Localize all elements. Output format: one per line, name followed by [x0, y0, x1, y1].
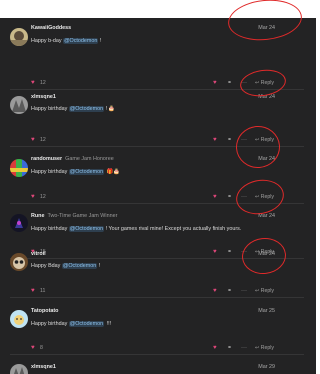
link-icon[interactable]: ⚭: [227, 79, 232, 87]
like-heart-icon[interactable]: ♥: [213, 79, 217, 87]
post-username[interactable]: Tatopotato: [31, 308, 58, 314]
post-text: Happy b-day: [31, 38, 64, 44]
like-heart-icon[interactable]: ♥: [213, 287, 217, 295]
avatar[interactable]: [10, 159, 28, 177]
mention-link[interactable]: @Octodemon: [63, 38, 99, 44]
avatar[interactable]: [10, 28, 28, 46]
more-icon[interactable]: ···: [241, 79, 247, 87]
post-username[interactable]: randomuser Game Jam Honoree: [31, 156, 114, 162]
post-date[interactable]: Mar 24: [258, 251, 275, 257]
more-icon[interactable]: ···: [241, 344, 247, 352]
link-icon[interactable]: ⚭: [227, 193, 232, 201]
post-username[interactable]: Rune Two-Time Game Jam Winner: [31, 213, 117, 219]
link-icon[interactable]: ⚭: [227, 136, 232, 144]
post-text: Happy birthday: [31, 106, 69, 112]
post-date[interactable]: Mar 24: [258, 94, 275, 100]
post-date[interactable]: Mar 25: [258, 308, 275, 314]
divider: [10, 297, 304, 298]
more-icon[interactable]: ···: [241, 287, 247, 295]
gift-cake-emoji: 🎁🎂: [106, 169, 121, 175]
like-count[interactable]: 12: [40, 136, 46, 144]
post-text: Happy birthday: [31, 321, 69, 327]
post-username[interactable]: xlmsqne1: [31, 364, 56, 370]
divider: [10, 89, 304, 90]
reply-button[interactable]: ↩ Reply: [255, 193, 274, 201]
post-date[interactable]: Mar 24: [258, 25, 275, 31]
divider: [10, 258, 304, 259]
avatar[interactable]: [10, 310, 28, 328]
post-actions: ♥ 12 ♥ ⚭ ··· ↩ Reply: [0, 136, 316, 144]
link-icon[interactable]: ⚭: [227, 248, 232, 256]
like-count[interactable]: 11: [40, 287, 45, 295]
more-icon[interactable]: ···: [241, 136, 247, 144]
post-username[interactable]: KawaiiGoddess: [31, 25, 71, 31]
avatar[interactable]: [10, 96, 28, 114]
post-username[interactable]: vitroil: [31, 251, 46, 257]
post-text-after: [104, 321, 106, 327]
post-text-after: [104, 169, 106, 175]
like-count[interactable]: 12: [40, 193, 46, 201]
like-count[interactable]: 12: [40, 79, 46, 87]
post-text: Happy birthday: [31, 169, 69, 175]
heart-icon: ♥: [31, 344, 35, 351]
post-text: Happy birthday: [31, 226, 69, 232]
heart-icon: ♥: [31, 79, 35, 86]
post-body: Happy Bday @Octodemon !: [31, 263, 100, 269]
post-date[interactable]: Mar 24: [258, 156, 275, 162]
post-body: Happy birthday @Octodemon 🎁🎂: [31, 169, 120, 175]
mention-link[interactable]: @Octodemon: [68, 169, 105, 175]
post-date[interactable]: Mar 29: [258, 364, 275, 370]
mention-link[interactable]: @Octodemon: [68, 321, 105, 327]
like-heart-icon[interactable]: ♥: [213, 193, 217, 201]
avatar[interactable]: [10, 364, 28, 374]
post-actions: ♥ 11 ♥ ⚭ ··· ↩ Reply: [0, 287, 316, 295]
avatar[interactable]: [10, 253, 28, 271]
post-body: Happy birthday @Octodemon !🎂: [31, 106, 115, 112]
heart-icon: ♥: [31, 193, 35, 200]
post-date[interactable]: Mar 24: [258, 213, 275, 219]
post-actions: ♥ 8 ♥ ⚭ ··· ↩ Reply: [0, 344, 316, 352]
reply-button[interactable]: ↩ Reply: [255, 344, 274, 352]
more-icon[interactable]: ···: [241, 193, 247, 201]
like-heart-icon[interactable]: ♥: [213, 344, 217, 352]
post-text-after: !: [104, 106, 108, 112]
post-actions: ♥ 12 ♥ ⚭ ··· ↩ Reply: [0, 193, 316, 201]
user-title: Two-Time Game Jam Winner: [47, 213, 118, 219]
more-icon[interactable]: ···: [241, 248, 247, 256]
post-text-after: !: [98, 38, 102, 44]
mention-link[interactable]: @Octodemon: [61, 263, 98, 269]
mention-link[interactable]: @Octodemon: [68, 226, 105, 232]
mention-link[interactable]: @Octodemon: [68, 106, 105, 112]
like-heart-icon[interactable]: ♥: [213, 248, 217, 256]
post-actions: ♥ 12 ♥ ⚭ ··· ↩ Reply: [0, 79, 316, 87]
heart-icon: ♥: [31, 287, 35, 294]
heart-icon: ♥: [31, 136, 35, 143]
forum-thread: KawaiiGoddess Mar 24 Happy b-day @Octode…: [0, 18, 316, 374]
avatar[interactable]: [10, 214, 28, 232]
divider: [10, 354, 304, 355]
post-body: Happy birthday @Octodemon ! Your games r…: [31, 226, 241, 232]
post-text-after: !: [97, 263, 101, 269]
exclamation-emoji: !!!: [106, 321, 112, 327]
post-body: Happy b-day @Octodemon !: [31, 38, 101, 44]
divider: [10, 146, 304, 147]
like-count[interactable]: 8: [40, 344, 43, 352]
post-body: Happy birthday @Octodemon !!!: [31, 321, 111, 327]
reply-button[interactable]: ↩ Reply: [255, 136, 274, 144]
link-icon[interactable]: ⚭: [227, 344, 232, 352]
reply-button[interactable]: ↩ Reply: [255, 287, 274, 295]
divider: [10, 203, 304, 204]
user-title: Game Jam Honoree: [65, 156, 114, 162]
like-heart-icon[interactable]: ♥: [213, 136, 217, 144]
reply-button[interactable]: ↩ Reply: [255, 79, 274, 87]
post-username[interactable]: xlmsqne1: [31, 94, 56, 100]
post-text-after: ! Your games rival mine! Except you actu…: [104, 226, 242, 232]
post-text: Happy Bday: [31, 263, 62, 269]
cake-emoji: 🎂: [108, 106, 115, 112]
link-icon[interactable]: ⚭: [227, 287, 232, 295]
